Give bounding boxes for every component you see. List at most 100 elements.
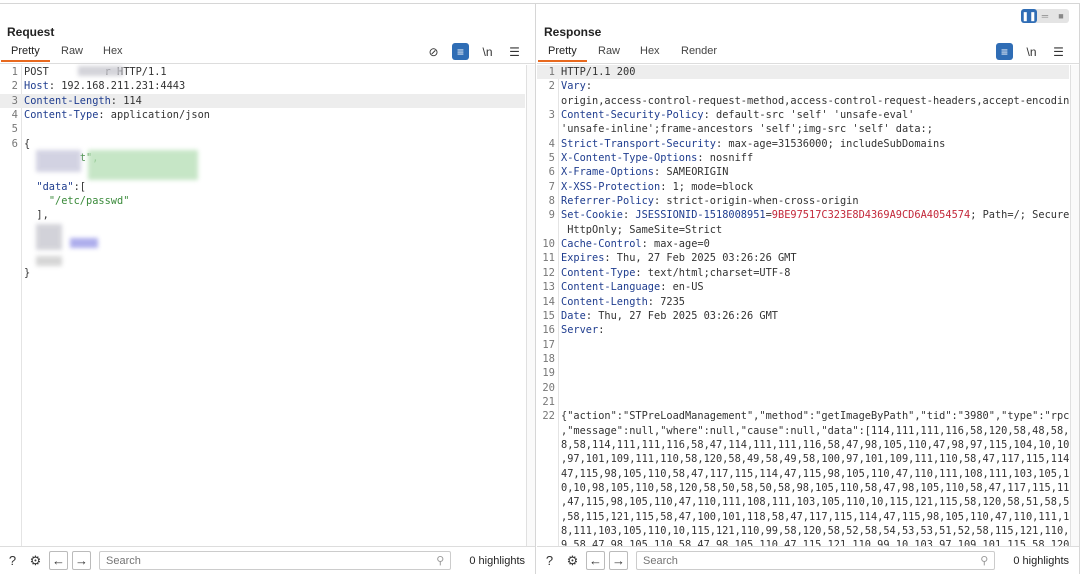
line-number: 5	[548, 152, 555, 165]
redacted-value	[88, 150, 198, 180]
line-number: 2	[548, 80, 555, 93]
code-line: 8,111,103,105,110,10,115,121,110,99,58,1…	[537, 524, 1069, 538]
request-scrollbar[interactable]	[526, 65, 535, 546]
response-search-input[interactable]	[643, 554, 981, 567]
code-line: 4 Strict-Transport-Security: max-age=3153…	[537, 137, 1069, 151]
header-name: X-Frame-Options	[561, 166, 654, 179]
redacted-key-2	[36, 224, 62, 250]
code-line: 13 Content-Language: en-US	[537, 280, 1069, 294]
code-line: 47,115,98,105,110,58,47,117,115,114,47,1…	[537, 467, 1069, 481]
code-line: ],	[0, 208, 525, 222]
code-text: {	[24, 137, 31, 150]
code-line: 8 Referrer-Policy: strict-origin-when-cro…	[537, 194, 1069, 208]
next-arrow-icon[interactable]: →	[609, 551, 628, 570]
line-number: 4	[11, 109, 18, 122]
response-panel: ❚❚ ═ ■ Response Pretty Raw Hex Render ≡ …	[537, 4, 1080, 574]
settings-gear-icon[interactable]: ⚙	[26, 551, 45, 570]
help-icon[interactable]: ?	[540, 551, 559, 570]
code-line: }	[0, 266, 525, 280]
code-text: : 114	[110, 94, 142, 107]
line-number: 20	[542, 381, 555, 394]
tab-raw[interactable]: Raw	[61, 45, 83, 57]
line-number: 18	[542, 352, 555, 365]
code-line: ,"message":null,"where":null,"cause":nul…	[537, 424, 1069, 438]
search-icon: ⚲	[436, 555, 445, 567]
code-line: ,47,115,98,105,110,47,110,111,108,111,10…	[537, 495, 1069, 509]
line-number: 17	[542, 338, 555, 351]
hide-eye-icon[interactable]: ⊘	[425, 43, 442, 60]
code-line: 2 Host: 192.168.211.231:4443	[0, 79, 525, 93]
line-number: 2	[11, 80, 18, 93]
line-number: 3	[548, 109, 555, 122]
code-text: 8,111,103,105,110,10,115,121,110,99,58,1…	[561, 525, 1069, 537]
code-line: 11 Expires: Thu, 27 Feb 2025 03:26:26 GMT	[537, 251, 1069, 265]
tab-render[interactable]: Render	[681, 45, 717, 57]
help-icon[interactable]: ?	[3, 551, 22, 570]
newline-icon[interactable]: \n	[479, 43, 496, 60]
header-name: Cache-Control	[561, 238, 642, 251]
code-text: "/etc/passwd"	[48, 195, 130, 208]
redacted-path	[78, 66, 123, 76]
code-text: ,47,115,98,105,110,47,110,111,108,111,10…	[561, 496, 1069, 509]
code-text: : 1; mode=block	[660, 180, 754, 193]
word-wrap-icon[interactable]: ≡	[996, 43, 1013, 60]
code-text: : Thu, 27 Feb 2025 03:26:26 GMT	[585, 309, 778, 322]
code-line: 5 X-Content-Type-Options: nosniff	[537, 151, 1069, 165]
request-panel: Request Pretty Raw Hex ⊘ ≡ \n ☰ 1 POST r …	[0, 4, 536, 574]
code-line: 10 Cache-Control: max-age=0	[537, 237, 1069, 251]
code-text: 0,10,98,105,110,58,120,58,50,58,50,58,98…	[561, 481, 1069, 494]
response-editor[interactable]: 1 HTTP/1.1 200 2 Vary: origin,access-control…	[537, 65, 1069, 546]
line-number: 1	[11, 66, 18, 78]
code-text: ; Path=/; Secure;	[970, 209, 1069, 222]
code-text: :	[598, 324, 605, 337]
line-number: 19	[542, 367, 555, 380]
request-search[interactable]: ⚲	[99, 551, 452, 570]
response-scrollbar[interactable]	[1070, 65, 1079, 546]
menu-icon[interactable]: ☰	[1050, 43, 1067, 60]
code-line: ,97,101,109,111,110,58,120,58,49,58,49,5…	[537, 452, 1069, 466]
code-text: HttpOnly; SameSite=Strict	[561, 223, 723, 236]
tab-pretty[interactable]: Pretty	[538, 45, 587, 62]
code-text: : 7235	[647, 295, 685, 308]
request-editor[interactable]: 1 POST r HTTP/1.1 2 Host: 192.168.211.231:4…	[0, 65, 525, 546]
code-line: 2 Vary:	[537, 79, 1069, 93]
redacted-key	[36, 150, 81, 172]
settings-gear-icon[interactable]: ⚙	[563, 551, 582, 570]
newline-icon[interactable]: \n	[1023, 43, 1040, 60]
code-text: : en-US	[660, 281, 704, 294]
side-by-side-icon[interactable]: ❚❚	[1021, 9, 1037, 23]
request-footer: ? ⚙ ← → ⚲ 0 highlights	[0, 546, 535, 574]
response-title: Response	[544, 25, 602, 39]
response-search[interactable]: ⚲	[636, 551, 996, 570]
code-line: 9,58,47,98,105,110,58,47,98,105,110,47,1…	[537, 538, 1069, 546]
tab-hex[interactable]: Hex	[640, 45, 660, 57]
code-line: 6{	[0, 137, 525, 151]
header-name: Content-Length	[561, 295, 648, 308]
previous-arrow-icon[interactable]: ←	[586, 551, 605, 570]
code-text: 47,115,98,105,110,58,47,117,115,114,47,1…	[561, 467, 1069, 480]
menu-icon[interactable]: ☰	[506, 43, 523, 60]
header-name: Server	[561, 324, 599, 337]
previous-arrow-icon[interactable]: ←	[49, 551, 68, 570]
code-line: HttpOnly; SameSite=Strict	[537, 223, 1069, 237]
code-text: : max-age=31536000; includeSubDomains	[715, 137, 946, 150]
next-arrow-icon[interactable]: →	[72, 551, 91, 570]
word-wrap-icon[interactable]: ≡	[452, 43, 469, 60]
code-text: :	[623, 209, 636, 222]
header-name: Content-Language	[561, 281, 661, 294]
tab-pretty[interactable]: Pretty	[1, 45, 50, 62]
tab-raw[interactable]: Raw	[598, 45, 620, 57]
tab-hex[interactable]: Hex	[103, 45, 123, 57]
line-number: 5	[11, 123, 18, 136]
line-number: 11	[542, 252, 555, 265]
code-text: : SAMEORIGIN	[654, 166, 729, 179]
search-icon: ⚲	[980, 555, 989, 567]
line-number: 10	[542, 238, 555, 251]
request-search-input[interactable]	[106, 554, 437, 567]
stacked-icon[interactable]: ═	[1037, 9, 1053, 23]
code-text: HTTP/1.1 200	[561, 66, 636, 78]
line-number: 4	[548, 137, 555, 150]
single-panel-icon[interactable]: ■	[1053, 9, 1069, 23]
